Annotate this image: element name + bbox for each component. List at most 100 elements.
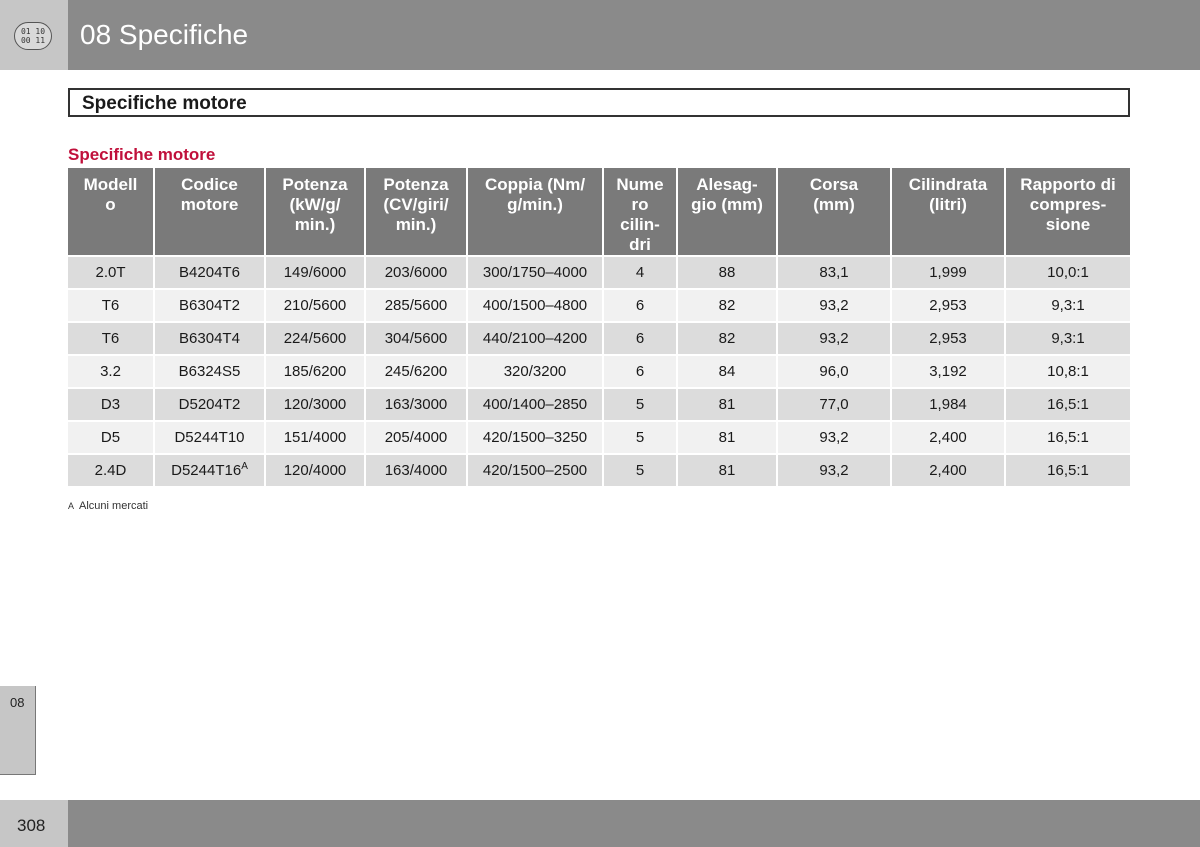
table-row: D3 D5204T2 120/3000 163/3000 400/1400–2850 5 8…	[68, 387, 1130, 421]
table-cell: 88	[677, 255, 778, 289]
chapter-index-icon: 01 10 00 11	[14, 22, 52, 50]
table-cell: 93,2	[777, 453, 892, 486]
table-header-row: Modell o Codice motore Potenza (kW/g/min.) Pot…	[68, 168, 1130, 257]
table-cell: 9,3:1	[1005, 321, 1130, 355]
table-cell: 5	[603, 453, 678, 486]
table-cell: 10,0:1	[1005, 255, 1130, 289]
table-cell: B6324S5	[154, 354, 266, 388]
header-corner-box: 01 10 00 11	[0, 0, 68, 70]
table-cell: 93,2	[777, 321, 892, 355]
table-cell: 10,8:1	[1005, 354, 1130, 388]
cell-value: T6	[101, 330, 120, 347]
table-cell: 16,5:1	[1005, 420, 1130, 454]
cell-value: 205/4000	[384, 429, 448, 446]
table-heading: Specifiche motore	[68, 145, 216, 164]
cell-value: T6	[101, 297, 120, 314]
table-cell: 77,0	[777, 387, 892, 421]
footnote: A Alcuni mercati	[68, 500, 148, 512]
cell-value: 120/3000	[283, 396, 347, 413]
cell-value: B6304T2	[179, 297, 240, 314]
column-header-line: sione	[1045, 215, 1091, 234]
header-bar: 08 Specifiche	[68, 0, 1200, 70]
table-cell: 420/1500–3250	[467, 420, 604, 454]
cell-value: 16,5:1	[1047, 462, 1089, 479]
table-cell: 2,953	[891, 321, 1006, 355]
table-cell: 440/2100–4200	[467, 321, 604, 355]
table-cell: 2.0T	[68, 255, 155, 289]
chapter-side-tab[interactable]: 08	[0, 686, 36, 775]
column-header-line: gio (mm)	[691, 195, 763, 214]
footer-bar	[68, 800, 1200, 847]
cell-value: 5	[635, 462, 645, 479]
table-cell: B6304T4	[154, 321, 266, 355]
table-cell: 120/3000	[265, 387, 366, 421]
table-row: 2.0T B4204T6 149/6000 203/6000 300/1750–4000…	[68, 255, 1130, 289]
column-header-line: Codice	[181, 175, 238, 194]
cell-value: 440/2100–4200	[482, 330, 588, 347]
section-title-box: Specifiche motore	[68, 88, 1130, 117]
cell-value: 210/5600	[283, 297, 347, 314]
cell-value: D5	[100, 429, 121, 446]
cell-value: 9,3:1	[1051, 297, 1085, 314]
column-header-line: Corsa	[809, 175, 859, 194]
cell-value: D5204T2	[178, 396, 241, 413]
table-row: T6 B6304T2 210/5600 285/5600 400/1500–4800 6 8…	[68, 288, 1130, 322]
table-cell: 3.2	[68, 354, 155, 388]
cell-value: 77,0	[819, 396, 849, 413]
cell-value: 400/1400–2850	[482, 396, 588, 413]
table-cell: 320/3200	[467, 354, 604, 388]
section-title: Specifiche motore	[82, 93, 247, 114]
cell-value: 81	[718, 429, 736, 446]
cell-value: 320/3200	[503, 363, 567, 380]
cell-value: 2,953	[929, 330, 967, 347]
column-header: Rapporto di compres-sione	[1005, 168, 1130, 257]
cell-value: 149/6000	[283, 264, 347, 281]
cell-value: D5244T16	[171, 462, 242, 479]
column-header-line: Potenza	[383, 175, 449, 194]
cell-value: 5	[635, 429, 645, 446]
column-header-line: motore	[180, 195, 239, 214]
table-cell: 163/4000	[365, 453, 468, 486]
icon-digits-top: 01 10	[20, 27, 46, 36]
column-header-line: min.)	[395, 215, 437, 234]
column-header-line: g/min.)	[507, 195, 563, 214]
table-cell: 3,192	[891, 354, 1006, 388]
footnote-mark: A	[68, 501, 75, 511]
column-header-line: Nume	[616, 175, 664, 194]
table-cell: 210/5600	[265, 288, 366, 322]
table-cell: 400/1500–4800	[467, 288, 604, 322]
cell-value: 16,5:1	[1047, 396, 1089, 413]
column-header-line: ro	[631, 195, 649, 214]
footer-corner-box: 308	[0, 800, 68, 847]
column-header: Potenza (CV/giri/min.)	[365, 168, 468, 257]
cell-value: 81	[718, 396, 736, 413]
engine-specs-table: Modell o Codice motore Potenza (kW/g/min.) Pot…	[68, 168, 1130, 486]
column-header: Alesag-gio (mm)	[677, 168, 778, 257]
chapter-title: 08 Specifiche	[80, 19, 249, 50]
table-cell: 151/4000	[265, 420, 366, 454]
column-header-line: Rapporto di	[1020, 175, 1116, 194]
cell-value: 420/1500–2500	[482, 462, 588, 479]
cell-value: 2.0T	[95, 264, 126, 281]
column-header-line: Alesag-	[696, 175, 758, 194]
table-cell: T6	[68, 288, 155, 322]
cell-value: 285/5600	[384, 297, 448, 314]
column-header-line: Cilindrata	[908, 175, 988, 194]
table-cell: 16,5:1	[1005, 453, 1130, 486]
table-cell: 2.4D	[68, 453, 155, 486]
column-header-line: Modell	[83, 175, 138, 194]
icon-digits-bottom: 00 11	[20, 36, 46, 45]
column-header: Potenza (kW/g/min.)	[265, 168, 366, 257]
cell-value: 2.4D	[94, 462, 127, 479]
table-cell: D3	[68, 387, 155, 421]
table-cell: 16,5:1	[1005, 387, 1130, 421]
cell-value: 5	[635, 396, 645, 413]
table-cell: 120/4000	[265, 453, 366, 486]
cell-value: D3	[100, 396, 121, 413]
cell-value: 2,953	[929, 297, 967, 314]
cell-value: 10,0:1	[1047, 264, 1089, 281]
table-cell: 304/5600	[365, 321, 468, 355]
column-header: Coppia (Nm/g/min.)	[467, 168, 604, 257]
table-cell: D5	[68, 420, 155, 454]
cell-value: 93,2	[819, 429, 849, 446]
